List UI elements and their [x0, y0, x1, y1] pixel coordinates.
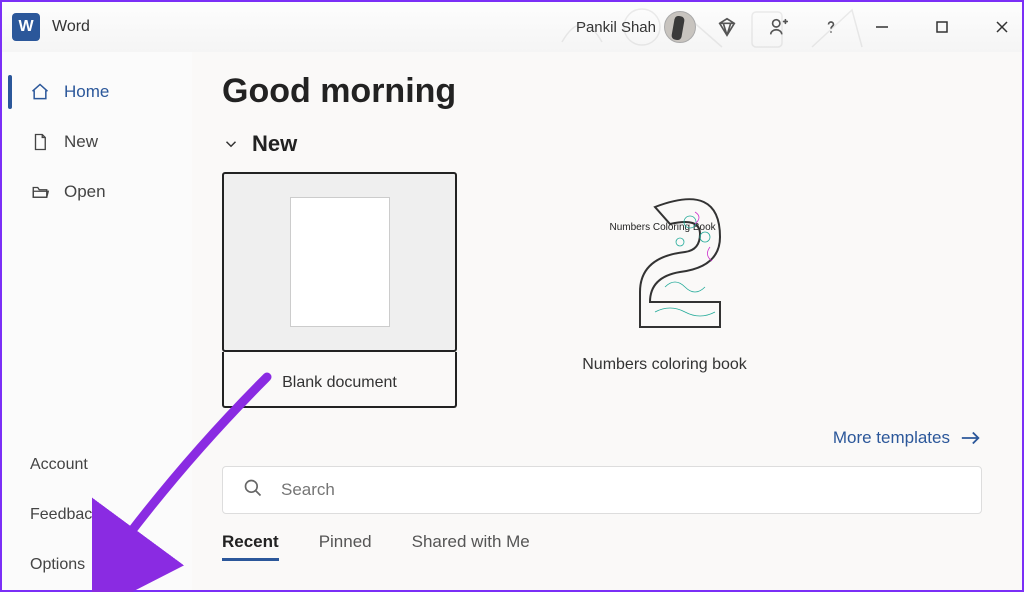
minimize-button[interactable]	[872, 17, 892, 37]
template-label: Numbers coloring book	[547, 356, 782, 374]
sidebar: Home New Open Account Feedback	[2, 52, 192, 590]
more-templates-link[interactable]: More templates	[833, 428, 982, 448]
file-icon	[30, 132, 50, 152]
home-icon	[30, 82, 50, 102]
maximize-button[interactable]	[932, 17, 952, 37]
template-blank-document[interactable]: Blank document	[222, 172, 457, 408]
app-title: Word	[52, 18, 90, 36]
sidebar-item-options[interactable]: Options	[2, 540, 192, 590]
tab-recent[interactable]: Recent	[222, 532, 279, 561]
word-logo: W	[12, 13, 40, 41]
search-icon	[243, 478, 263, 503]
sidebar-item-label: Options	[30, 556, 85, 574]
tab-pinned[interactable]: Pinned	[319, 532, 372, 561]
user-avatar[interactable]	[664, 11, 696, 43]
sidebar-item-home[interactable]: Home	[2, 67, 192, 117]
help-icon[interactable]	[820, 16, 842, 38]
template-numbers-coloring-book[interactable]: Numbers Coloring Book	[547, 172, 782, 374]
chevron-down-icon	[222, 135, 240, 153]
window-controls	[872, 17, 1012, 37]
main-content: Good morning New Blank document Numbers …	[192, 52, 1022, 590]
search-input[interactable]	[281, 480, 961, 500]
section-title: New	[252, 131, 297, 157]
sidebar-item-label: Home	[64, 82, 109, 102]
sidebar-item-feedback[interactable]: Feedback	[2, 490, 192, 540]
user-name[interactable]: Pankil Shah	[576, 19, 656, 36]
sidebar-item-label: Open	[64, 182, 106, 202]
search-box[interactable]	[222, 466, 982, 514]
template-thumbnail	[222, 172, 457, 352]
close-button[interactable]	[992, 17, 1012, 37]
template-label: Blank document	[224, 374, 455, 392]
sidebar-item-new[interactable]: New	[2, 117, 192, 167]
title-bar: W Word Pankil Shah	[2, 2, 1022, 52]
sidebar-item-label: New	[64, 132, 98, 152]
tab-shared[interactable]: Shared with Me	[412, 532, 530, 561]
recent-tabs: Recent Pinned Shared with Me	[222, 532, 982, 561]
sidebar-item-label: Account	[30, 456, 88, 474]
new-section-header[interactable]: New	[222, 131, 982, 157]
greeting: Good morning	[222, 72, 982, 111]
diamond-icon[interactable]	[716, 16, 738, 38]
header-icons	[716, 16, 842, 38]
sidebar-item-open[interactable]: Open	[2, 167, 192, 217]
feedback-icon[interactable]	[768, 16, 790, 38]
sidebar-item-label: Feedback	[30, 506, 100, 524]
template-thumbnail: Numbers Coloring Book	[585, 182, 745, 342]
sidebar-item-account[interactable]: Account	[2, 440, 192, 490]
folder-icon	[30, 182, 50, 202]
